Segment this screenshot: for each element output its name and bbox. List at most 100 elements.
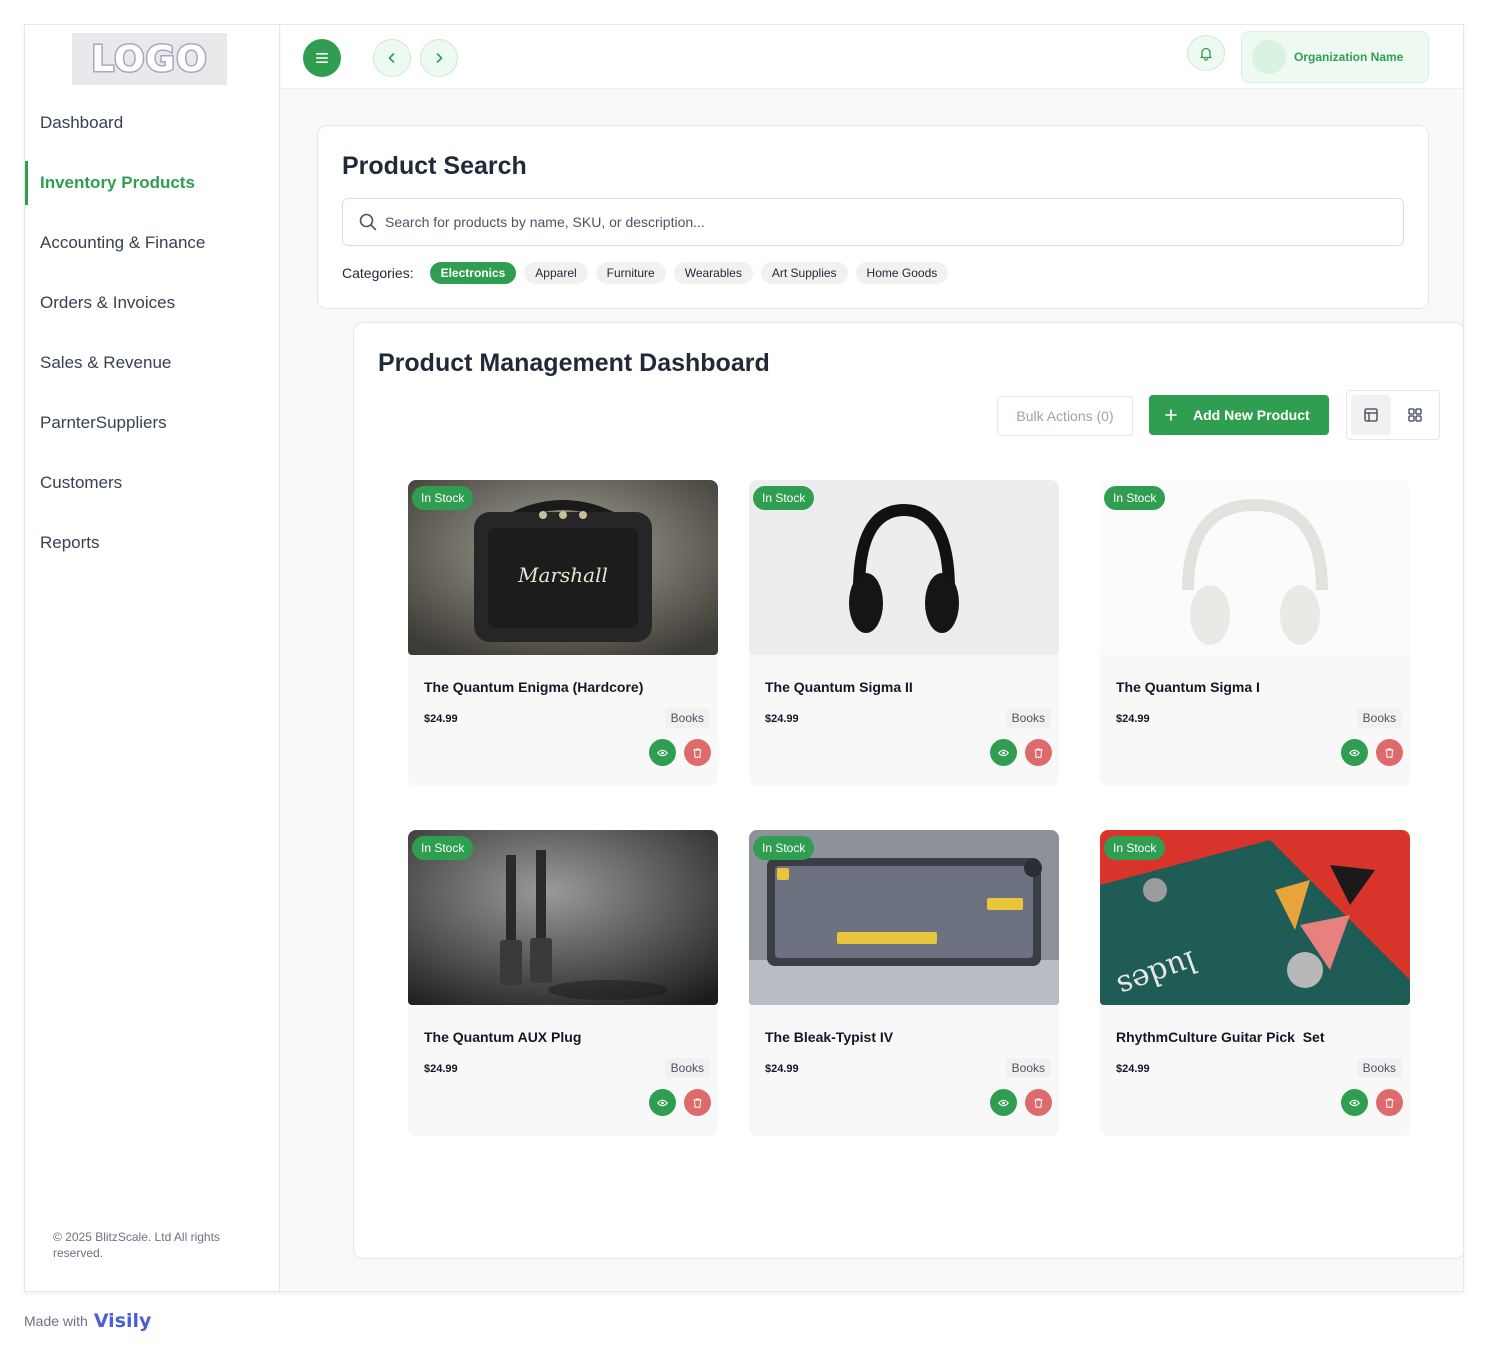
eye-icon — [998, 749, 1009, 756]
sidebar-item-dashboard[interactable]: Dashboard — [25, 93, 279, 153]
trash-icon — [693, 1098, 702, 1108]
menu-button[interactable] — [303, 39, 341, 77]
forward-button[interactable] — [420, 39, 458, 77]
delete-product-button[interactable] — [1025, 739, 1052, 766]
back-button[interactable] — [373, 39, 411, 77]
sidebar-item-partner-suppliers[interactable]: ParnterSuppliers — [25, 393, 279, 453]
product-grid: Marshall In Stock The Quantum Enigma (Ha… — [408, 480, 1418, 1136]
eye-icon — [998, 1099, 1009, 1106]
trash-icon — [1385, 1098, 1394, 1108]
delete-product-button[interactable] — [1376, 1089, 1403, 1116]
add-new-product-label: Add New Product — [1193, 407, 1310, 423]
view-product-button[interactable] — [649, 1089, 676, 1116]
category-chip-art-supplies[interactable]: Art Supplies — [760, 262, 848, 284]
delete-product-button[interactable] — [1376, 739, 1403, 766]
chevron-left-icon — [388, 53, 395, 63]
copyright: © 2025 BlitzScale. Ltd All rights reserv… — [53, 1230, 220, 1260]
category-chip-electronics[interactable]: Electronics — [429, 262, 517, 284]
category-chip-wearables[interactable]: Wearables — [673, 262, 753, 284]
category-chip-furniture[interactable]: Furniture — [595, 262, 666, 284]
view-product-button[interactable] — [1341, 1089, 1368, 1116]
table-view-button[interactable] — [1351, 395, 1391, 435]
eye-icon — [657, 1099, 668, 1106]
sidebar-item-inventory-products[interactable]: Inventory Products — [25, 153, 279, 213]
svg-text:Marshall: Marshall — [517, 563, 608, 587]
product-category-tag: Books — [664, 708, 710, 728]
category-chip-apparel[interactable]: Apparel — [524, 262, 588, 284]
category-chip-home-goods[interactable]: Home Goods — [855, 262, 949, 284]
product-price: $24.99 — [765, 713, 799, 725]
product-card[interactable]: Marshall In Stock The Quantum Enigma (Ha… — [408, 480, 718, 786]
made-with-label: Made with — [24, 1313, 88, 1329]
sidebar-item-orders-invoices[interactable]: Orders & Invoices — [25, 273, 279, 333]
product-name: The Quantum AUX Plug — [424, 1029, 582, 1045]
eye-icon — [1349, 749, 1360, 756]
organization-name: Organization Name — [1294, 50, 1404, 64]
product-price: $24.99 — [424, 713, 458, 725]
view-product-button[interactable] — [1341, 739, 1368, 766]
product-card[interactable]: ludes In Stock RhythmCulture Guitar Pick… — [1100, 830, 1410, 1136]
view-product-button[interactable] — [990, 739, 1017, 766]
product-price: $24.99 — [424, 1063, 458, 1075]
product-card[interactable]: In Stock The Quantum Sigma II $24.99 Boo… — [749, 480, 1059, 786]
product-category-tag: Books — [1356, 708, 1402, 728]
product-price: $24.99 — [1116, 1063, 1150, 1075]
product-category-tag: Books — [664, 1058, 710, 1078]
eye-icon — [1349, 1099, 1360, 1106]
avatar — [1252, 40, 1286, 74]
product-category-tag: Books — [1356, 1058, 1402, 1078]
add-new-product-button[interactable]: Add New Product — [1149, 395, 1329, 435]
product-name: RhythmCulture Guitar Pick Set — [1116, 1029, 1325, 1045]
delete-product-button[interactable] — [684, 1089, 711, 1116]
search-box[interactable] — [342, 198, 1404, 246]
product-card[interactable]: In Stock The Quantum Sigma I $24.99 Book… — [1100, 480, 1410, 786]
bell-icon — [1200, 47, 1212, 61]
product-category-tag: Books — [1005, 708, 1051, 728]
visily-logo: Visily — [93, 1310, 152, 1332]
stock-status-badge: In Stock — [753, 486, 815, 510]
categories-label: Categories: — [342, 265, 414, 281]
view-product-button[interactable] — [649, 739, 676, 766]
sidebar-item-accounting-finance[interactable]: Accounting & Finance — [25, 213, 279, 273]
stock-status-badge: In Stock — [412, 486, 474, 510]
bulk-actions-button[interactable]: Bulk Actions (0) — [997, 396, 1133, 436]
organization-switcher[interactable]: Organization Name — [1241, 31, 1429, 83]
hamburger-icon — [316, 53, 328, 63]
product-card[interactable]: In Stock The Quantum AUX Plug $24.99 Boo… — [408, 830, 718, 1136]
stock-status-badge: In Stock — [753, 836, 815, 860]
stock-status-badge: In Stock — [1104, 486, 1166, 510]
product-card[interactable]: In Stock The Bleak-Typist IV $24.99 Book… — [749, 830, 1059, 1136]
logo[interactable]: LOGO — [72, 33, 227, 85]
trash-icon — [1034, 748, 1043, 758]
product-search-card: Product Search Categories: Electronics A… — [317, 125, 1429, 309]
product-dashboard-card: Product Management Dashboard Bulk Action… — [353, 322, 1463, 1259]
view-toggle — [1346, 390, 1440, 440]
view-product-button[interactable] — [990, 1089, 1017, 1116]
search-input[interactable] — [385, 214, 1385, 230]
logo-text: LOGO — [90, 37, 208, 81]
product-price: $24.99 — [1116, 713, 1150, 725]
chevron-right-icon — [436, 53, 443, 63]
delete-product-button[interactable] — [684, 739, 711, 766]
made-with-footer[interactable]: Made with Visily — [24, 1310, 151, 1332]
notifications-button[interactable] — [1187, 35, 1225, 71]
sidebar-item-customers[interactable]: Customers — [25, 453, 279, 513]
trash-icon — [1034, 1098, 1043, 1108]
stock-status-badge: In Stock — [412, 836, 474, 860]
sidebar-nav: Dashboard Inventory Products Accounting … — [25, 93, 279, 573]
stock-status-badge: In Stock — [1104, 836, 1166, 860]
plus-icon — [1165, 409, 1177, 421]
grid-view-button[interactable] — [1395, 395, 1435, 435]
trash-icon — [693, 748, 702, 758]
dashboard-title: Product Management Dashboard — [378, 349, 770, 377]
sidebar: LOGO Dashboard Inventory Products Accoun… — [25, 25, 280, 1291]
eye-icon — [657, 749, 668, 756]
category-filter: Categories: Electronics Apparel Furnitur… — [342, 262, 956, 284]
app-window: LOGO Dashboard Inventory Products Accoun… — [24, 24, 1464, 1292]
table-view-icon — [1364, 408, 1378, 422]
sidebar-item-sales-revenue[interactable]: Sales & Revenue — [25, 333, 279, 393]
sidebar-item-reports[interactable]: Reports — [25, 513, 279, 573]
product-name: The Quantum Enigma (Hardcore) — [424, 679, 644, 695]
delete-product-button[interactable] — [1025, 1089, 1052, 1116]
product-name: The Bleak-Typist IV — [765, 1029, 894, 1045]
